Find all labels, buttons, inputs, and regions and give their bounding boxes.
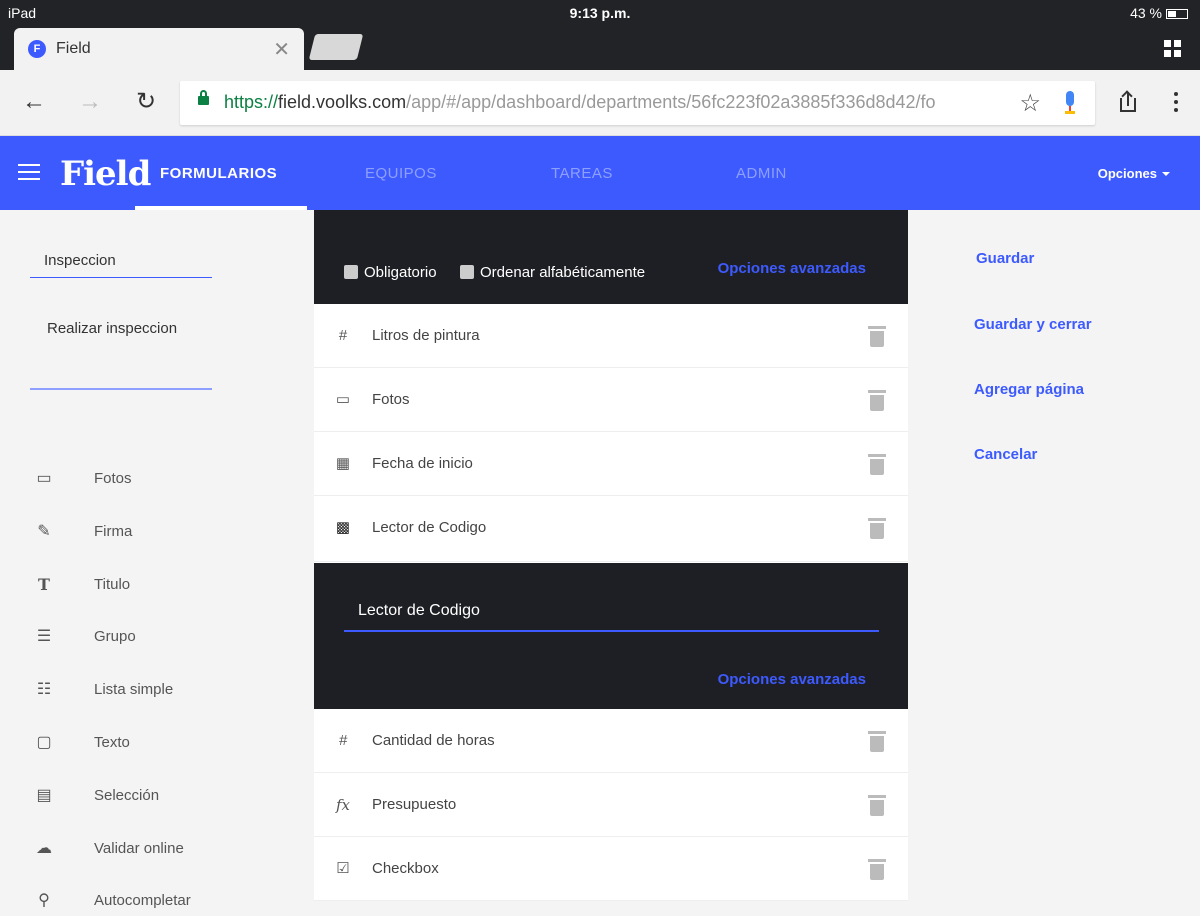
browser-toolbar: ← → ↻ https://field.voolks.com/app/#/app…: [0, 70, 1200, 136]
actions-panel: Guardar Guardar y cerrar Agregar página …: [908, 210, 1200, 900]
new-tab-button[interactable]: [308, 34, 364, 60]
bookmark-star-icon[interactable]: ☆: [1019, 89, 1041, 118]
advanced-options-link[interactable]: Opciones avanzadas: [718, 671, 866, 688]
options-dropdown[interactable]: Opciones: [1098, 166, 1170, 181]
group-icon: ☰: [36, 628, 52, 645]
form-description-input[interactable]: Realizar inspeccion: [30, 320, 212, 390]
formula-icon: fx: [335, 796, 350, 814]
number-icon: #: [338, 327, 348, 344]
battery-icon: [1166, 9, 1188, 19]
trash-icon[interactable]: [868, 795, 886, 817]
checkbox-ordenar[interactable]: Ordenar alfabéticamente: [460, 264, 645, 281]
palette-item-titulo[interactable]: T Titulo: [30, 570, 290, 600]
palette-item-lista-simple[interactable]: ☷ Lista simple: [30, 675, 290, 705]
tab-strip: F Field ✕: [0, 28, 1200, 70]
trash-icon[interactable]: [868, 859, 886, 881]
nav-tareas[interactable]: TAREAS: [551, 165, 613, 182]
search-icon: ⚲: [38, 892, 50, 909]
microphone-icon[interactable]: [1063, 91, 1077, 115]
field-row[interactable]: fx Presupuesto: [314, 773, 908, 837]
palette-item-autocompletar[interactable]: ⚲ Autocompletar: [30, 886, 290, 916]
signature-icon: ✎: [37, 523, 51, 540]
save-button[interactable]: Guardar: [976, 250, 1034, 267]
field-row[interactable]: # Litros de pintura: [314, 304, 908, 368]
url-text: https://field.voolks.com/app/#/app/dashb…: [224, 92, 936, 112]
battery-label: 43 %: [1130, 5, 1162, 21]
nav-equipos[interactable]: EQUIPOS: [365, 165, 437, 182]
list-icon: ☷: [36, 681, 52, 698]
field-row[interactable]: ▭ Fotos: [314, 368, 908, 432]
add-page-button[interactable]: Agregar página: [974, 381, 1084, 398]
form-fields-panel: Obligatorio Ordenar alfabéticamente Opci…: [314, 210, 908, 901]
app-header: Field FORMULARIOS EQUIPOS TAREAS ADMIN O…: [0, 136, 1200, 210]
back-arrow-icon[interactable]: ←: [18, 86, 50, 118]
selection-icon: ▤: [36, 787, 52, 804]
share-icon[interactable]: [1118, 92, 1138, 114]
battery-status: 43 %: [1130, 5, 1188, 21]
address-bar[interactable]: https://field.voolks.com/app/#/app/dashb…: [180, 81, 1095, 125]
checkbox-obligatorio[interactable]: Obligatorio: [344, 264, 437, 281]
trash-icon[interactable]: [868, 454, 886, 476]
more-menu-icon[interactable]: [1174, 92, 1178, 112]
palette-item-validar-online[interactable]: ☁ Validar online: [30, 834, 290, 864]
field-row[interactable]: ▩ Lector de Codigo: [314, 496, 908, 562]
field-editor: Opciones avanzadas: [314, 563, 908, 709]
trash-icon[interactable]: [868, 518, 886, 540]
trash-icon[interactable]: [868, 731, 886, 753]
left-panel: Inspeccion Realizar inspeccion ▭ Fotos ✎…: [0, 210, 314, 909]
form-description-text: Realizar inspeccion: [47, 320, 178, 337]
number-icon: #: [338, 732, 348, 749]
checkbox-box-icon: [460, 265, 474, 279]
advanced-options-link[interactable]: Opciones avanzadas: [718, 260, 866, 277]
reload-icon[interactable]: ↻: [130, 86, 162, 118]
tab-title: Field: [56, 40, 91, 57]
save-and-close-button[interactable]: Guardar y cerrar: [974, 316, 1092, 333]
palette-item-grupo[interactable]: ☰ Grupo: [30, 622, 290, 652]
cloud-check-icon: ☁: [36, 840, 52, 857]
photo-icon: ▭: [36, 470, 52, 487]
tab-switcher-icon[interactable]: [1164, 40, 1182, 58]
trash-icon[interactable]: [868, 390, 886, 412]
field-row[interactable]: ☑ Checkbox: [314, 837, 908, 901]
title-icon: T: [38, 575, 50, 594]
forward-arrow-icon[interactable]: →: [74, 86, 106, 118]
cancel-button[interactable]: Cancelar: [974, 446, 1037, 463]
nav-formularios[interactable]: FORMULARIOS: [160, 165, 277, 182]
favicon-icon: F: [28, 40, 46, 58]
field-name-input[interactable]: Lector de Codigo: [344, 602, 879, 632]
photo-icon: ▭: [335, 391, 351, 408]
checkbox-box-icon: [344, 265, 358, 279]
menu-icon[interactable]: [18, 164, 40, 182]
browser-tab[interactable]: F Field ✕: [14, 28, 304, 70]
close-tab-icon[interactable]: ✕: [273, 37, 290, 62]
checkbox-icon: ☑: [336, 860, 350, 877]
palette-item-seleccion[interactable]: ▤ Selección: [30, 781, 290, 811]
palette-item-fotos[interactable]: ▭ Fotos: [30, 464, 290, 494]
field-options-bar: Obligatorio Ordenar alfabéticamente Opci…: [314, 210, 908, 304]
lock-icon: [198, 90, 209, 105]
trash-icon[interactable]: [868, 326, 886, 348]
palette-item-texto[interactable]: ▢ Texto: [30, 728, 290, 758]
calendar-icon: ▦: [335, 455, 351, 472]
nav-admin[interactable]: ADMIN: [736, 165, 787, 182]
status-bar: iPad 9:13 p.m. 43 %: [0, 0, 1200, 28]
field-row[interactable]: ▦ Fecha de inicio: [314, 432, 908, 496]
palette-item-firma[interactable]: ✎ Firma: [30, 517, 290, 547]
text-icon: ▢: [36, 734, 52, 751]
qr-code-icon: ▩: [335, 519, 351, 536]
app-logo: Field: [60, 154, 151, 194]
field-row[interactable]: # Cantidad de horas: [314, 709, 908, 773]
clock: 9:13 p.m.: [569, 5, 631, 21]
form-name-input[interactable]: Inspeccion: [30, 252, 212, 278]
